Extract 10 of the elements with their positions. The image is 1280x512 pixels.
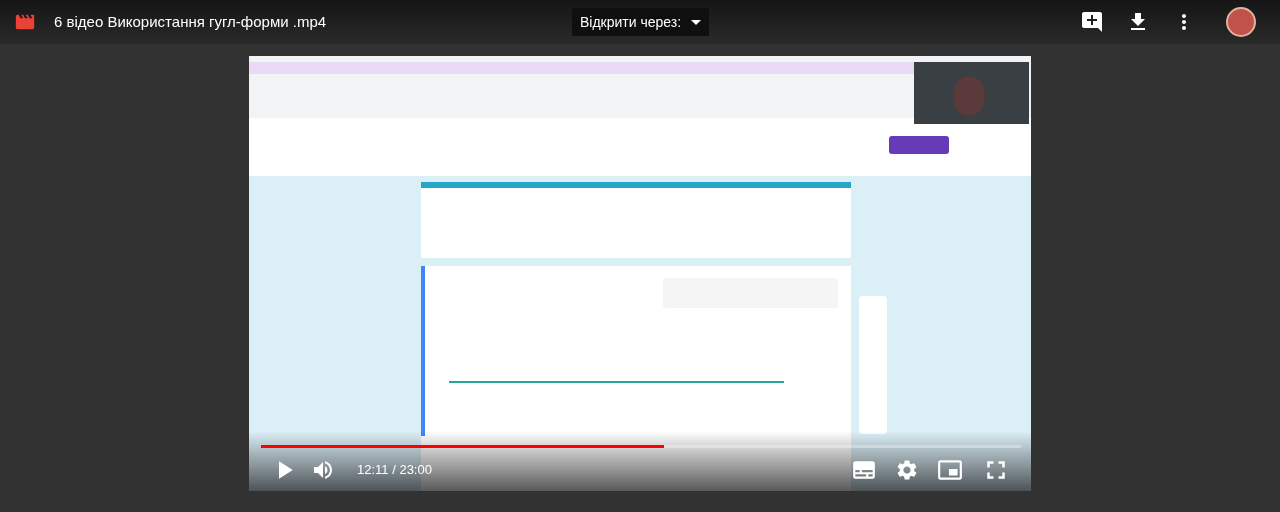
time-display: 12:11 / 23:00	[357, 461, 432, 480]
volume-icon[interactable]	[311, 458, 335, 482]
file-title: 6 відео Використання гугл-форми .mp4	[54, 11, 327, 32]
add-comment-icon[interactable]	[1080, 10, 1104, 34]
open-with-button[interactable]: Відкрити через:	[572, 8, 710, 36]
progress-track[interactable]	[261, 445, 1021, 448]
settings-icon[interactable]	[895, 458, 919, 482]
miniplayer-icon[interactable]	[937, 457, 963, 483]
avatar[interactable]	[1226, 7, 1256, 37]
caret-icon	[691, 19, 702, 25]
